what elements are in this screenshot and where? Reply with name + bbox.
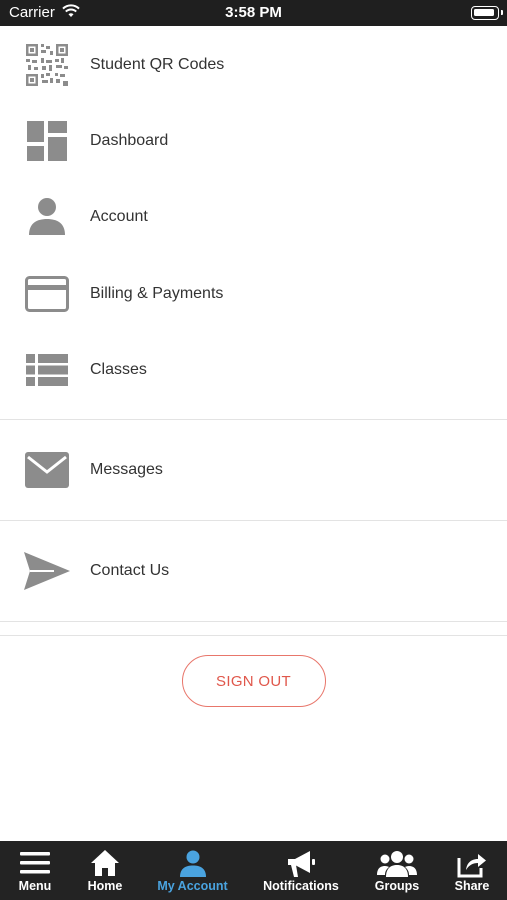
list-icon: [24, 347, 70, 393]
tab-label: Notifications: [263, 879, 339, 893]
tab-bar: Menu Home My Account Notifications Group…: [0, 841, 507, 900]
tab-share[interactable]: Share: [437, 841, 507, 900]
paper-plane-icon: [24, 548, 70, 594]
menu-item-messages[interactable]: Messages: [0, 420, 507, 520]
tab-menu[interactable]: Menu: [0, 841, 70, 900]
tab-label: My Account: [157, 879, 228, 893]
battery-icon: [471, 6, 503, 20]
tab-label: Home: [87, 879, 123, 893]
menu-item-label: Billing & Payments: [90, 285, 224, 302]
home-icon: [70, 850, 140, 878]
tab-groups[interactable]: Groups: [357, 841, 437, 900]
tab-my-account[interactable]: My Account: [140, 841, 245, 900]
envelope-icon: [24, 447, 70, 493]
menu-item-label: Dashboard: [90, 132, 169, 149]
qr-code-icon: [24, 42, 70, 88]
hamburger-icon: [0, 850, 70, 878]
tab-home[interactable]: Home: [70, 841, 140, 900]
tab-label: Groups: [374, 879, 420, 893]
sign-out-container: SIGN OUT: [0, 655, 507, 707]
menu-item-label: Classes: [90, 361, 147, 378]
credit-card-icon: [24, 271, 70, 317]
menu-item-billing-payments[interactable]: Billing & Payments: [0, 256, 507, 332]
tab-label: Share: [454, 879, 490, 893]
menu-item-dashboard[interactable]: Dashboard: [0, 104, 507, 178]
group-icon: [357, 850, 437, 878]
person-icon: [24, 194, 70, 240]
menu-item-contact-us[interactable]: Contact Us: [0, 521, 507, 621]
tab-notifications[interactable]: Notifications: [245, 841, 357, 900]
tab-label: Menu: [18, 879, 52, 893]
menu-item-label: Messages: [90, 461, 163, 478]
dashboard-icon: [24, 118, 70, 164]
menu-item-classes[interactable]: Classes: [0, 332, 507, 408]
menu-item-label: Contact Us: [90, 562, 170, 579]
account-menu: Student QR Codes Dashboard Account Billi…: [0, 26, 507, 636]
clock: 3:58 PM: [225, 4, 282, 21]
menu-item-student-qr-codes[interactable]: Student QR Codes: [0, 26, 507, 104]
share-icon: [437, 850, 507, 878]
status-bar: Carrier 3:58 PM: [0, 0, 507, 26]
divider: [0, 635, 507, 636]
person-icon: [140, 850, 245, 878]
megaphone-icon: [245, 850, 357, 878]
menu-item-label: Account: [90, 208, 148, 225]
sign-out-button[interactable]: SIGN OUT: [181, 655, 326, 707]
menu-item-label: Student QR Codes: [90, 56, 225, 73]
menu-item-account[interactable]: Account: [0, 178, 507, 256]
